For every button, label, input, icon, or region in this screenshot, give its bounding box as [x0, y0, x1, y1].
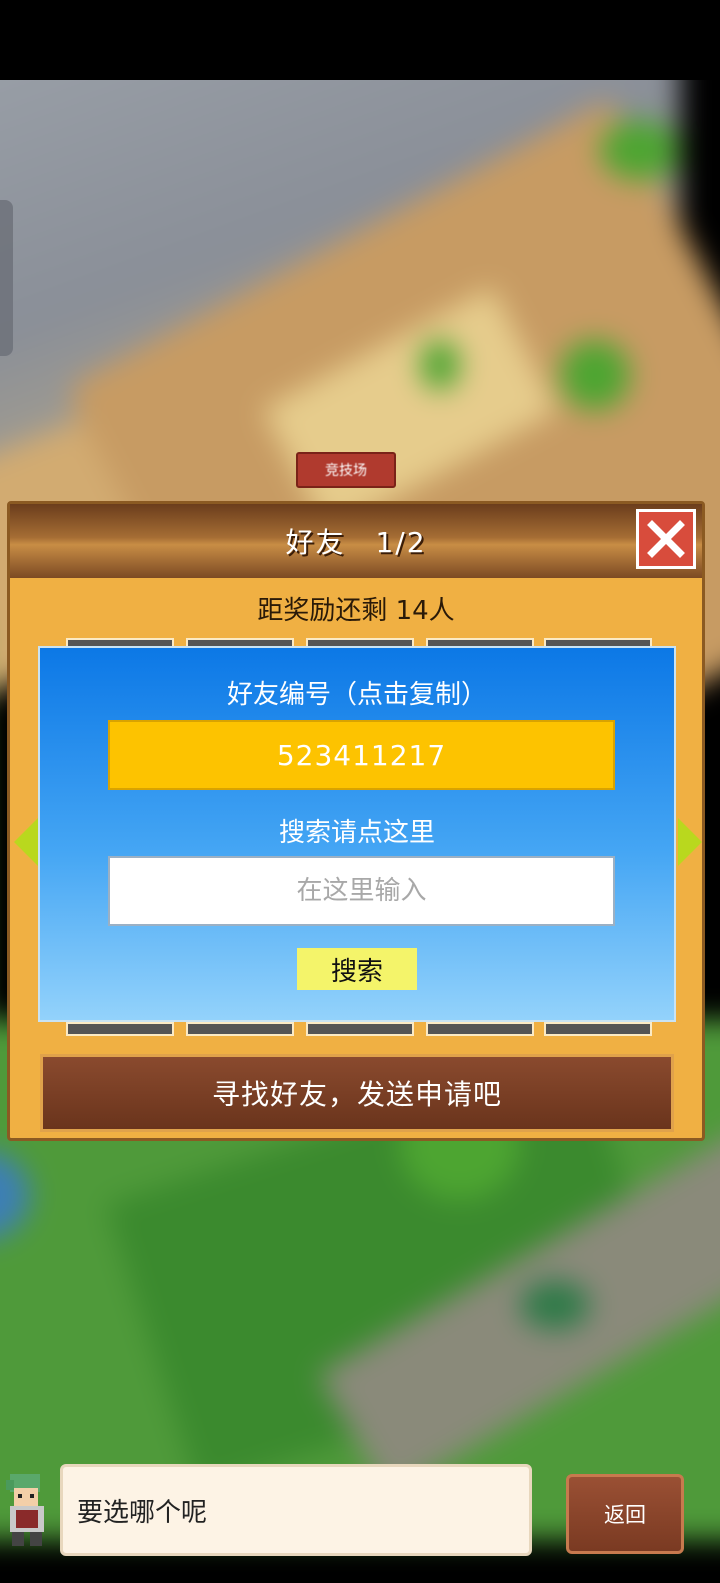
panel-title: 好友 1/2: [285, 526, 427, 559]
search-button[interactable]: 搜索: [297, 948, 417, 990]
dialogue-text: 要选哪个呢: [77, 1497, 208, 1528]
dialogue-box: 要选哪个呢: [60, 1464, 532, 1556]
prev-page-arrow-icon[interactable]: [14, 818, 38, 866]
close-button[interactable]: [636, 509, 696, 569]
reward-remaining-text: 距奖励还剩 14人: [257, 596, 455, 626]
status-bar: [0, 0, 720, 80]
friend-id-copy-box[interactable]: 523411217: [108, 720, 615, 790]
search-heading: 搜索请点这里: [278, 818, 435, 848]
next-page-arrow-icon[interactable]: [678, 818, 702, 866]
character-avatar: [6, 1474, 44, 1546]
panel-header: 好友 1/2: [10, 504, 702, 578]
friend-search-input[interactable]: [108, 856, 615, 926]
close-x-icon: [647, 520, 685, 558]
arena-building-label[interactable]: 竞技场: [296, 452, 396, 488]
friend-slots-bottom: [40, 1022, 680, 1036]
send-request-bar[interactable]: 寻找好友，发送申请吧: [40, 1054, 674, 1132]
edge-handle[interactable]: [0, 200, 13, 356]
friend-search-dialog: 好友编号（点击复制） 523411217 搜索请点这里 搜索: [38, 646, 676, 1022]
friend-id-heading: 好友编号（点击复制）: [226, 680, 487, 710]
back-button[interactable]: 返回: [566, 1474, 684, 1554]
